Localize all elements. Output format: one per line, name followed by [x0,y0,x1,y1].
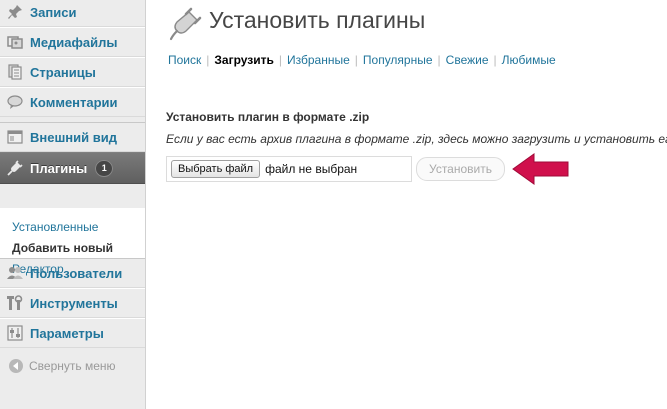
users-icon [6,264,24,282]
tab-upload[interactable]: Загрузить [214,53,273,67]
tab-favorites[interactable]: Любимые [502,53,556,67]
update-count-badge: 1 [95,159,114,177]
sidebar-item-label: Страницы [30,64,96,80]
tab-separator: | [493,53,497,67]
sidebar-item-media[interactable]: Медиафайлы [0,27,145,57]
sidebar-item-label: Плагины [30,160,88,176]
sidebar-item-posts[interactable]: Записи [0,0,145,27]
plugin-icon [167,6,203,42]
sidebar-item-label: Комментарии [30,94,118,110]
sidebar-item-plugins[interactable]: Плагины 1 [0,152,145,184]
pointer-arrow-icon [510,152,572,186]
tab-separator: | [206,53,210,67]
sidebar-item-settings[interactable]: Параметры [0,318,145,348]
plugins-submenu: Установленные Добавить новый Редактор [0,208,145,276]
tab-separator: | [354,53,358,67]
sidebar-item-label: Внешний вид [30,129,117,145]
section-description: Если у вас есть архив плагина в формате … [166,132,667,146]
comment-icon [6,93,24,111]
submenu-item-add-new[interactable]: Добавить новый [12,241,113,255]
sidebar-item-label: Параметры [30,325,104,341]
appearance-icon [6,128,24,146]
tab-popular[interactable]: Популярные [363,53,433,67]
tools-icon [6,294,24,312]
sidebar-item-pages[interactable]: Страницы [0,57,145,87]
media-icon [6,33,24,51]
install-now-button[interactable]: Установить [416,157,505,181]
sidebar-item-label: Инструменты [30,295,118,311]
pages-icon [6,63,24,81]
collapse-menu-label: Свернуть меню [29,359,116,373]
sidebar-item-comments[interactable]: Комментарии [0,87,145,117]
collapse-menu-button[interactable]: Свернуть меню [0,354,145,378]
install-tabs: Поиск | Загрузить | Избранные | Популярные | Све… [168,53,556,67]
tab-newest[interactable]: Свежие [446,53,489,67]
section-title: Установить плагин в формате .zip [166,110,370,124]
sidebar-item-appearance[interactable]: Внешний вид [0,122,145,152]
sidebar-item-label: Медиафайлы [30,34,118,50]
collapse-arrow-icon [9,359,23,373]
admin-sidebar: Записи Медиафайлы Страницы Комментарии В… [0,0,146,409]
plugin-icon [6,159,24,177]
page-title: Установить плагины [209,7,426,33]
file-upload-field: Выбрать файл файл не выбран [166,156,412,182]
tab-separator: | [437,53,441,67]
submenu-item-installed[interactable]: Установленные [12,220,98,234]
settings-icon [6,324,24,342]
choose-file-button[interactable]: Выбрать файл [171,160,261,178]
sidebar-item-tools[interactable]: Инструменты [0,288,145,318]
tab-search[interactable]: Поиск [168,53,201,67]
sidebar-item-label: Записи [30,4,77,20]
file-status-text: файл не выбран [265,162,358,176]
sidebar-item-users[interactable]: Пользователи [0,258,145,288]
tab-featured[interactable]: Избранные [287,53,350,67]
tab-separator: | [278,53,282,67]
pin-icon [6,3,24,21]
sidebar-item-label: Пользователи [30,265,123,281]
